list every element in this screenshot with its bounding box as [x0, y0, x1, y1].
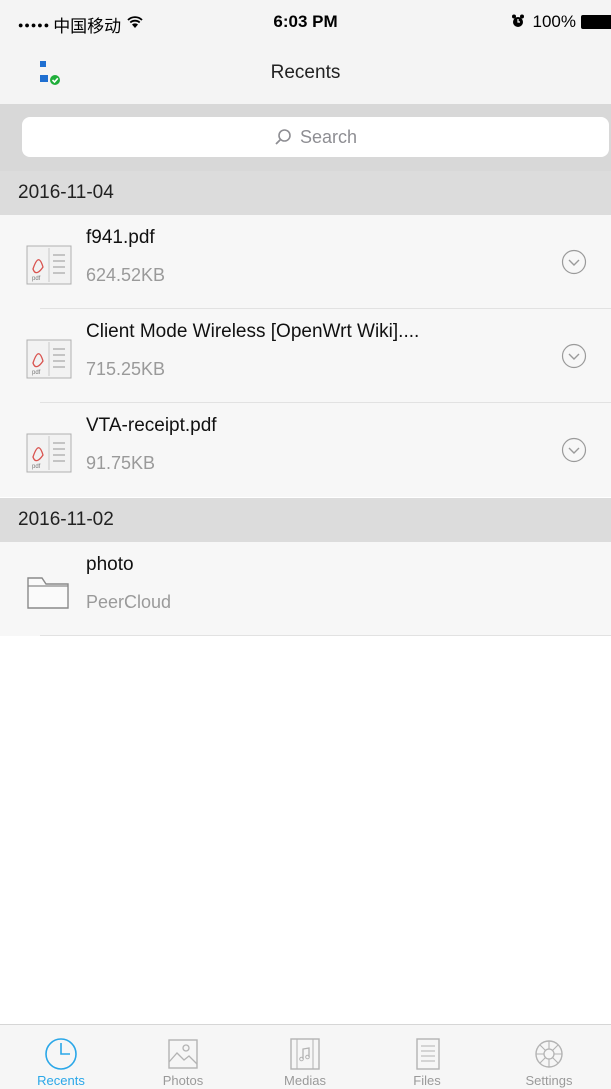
search-input[interactable]: Search	[22, 117, 609, 157]
list-item[interactable]: pdf Client Mode Wireless [OpenWrt Wiki].…	[0, 309, 611, 403]
film-music-icon	[290, 1038, 320, 1070]
image-icon	[168, 1039, 198, 1069]
chevron-down-icon[interactable]	[561, 343, 587, 369]
battery-percent: 100%	[532, 12, 576, 31]
tab-bar: Recents Photos Medias Files Settings	[0, 1024, 611, 1089]
item-size: 624.52KB	[86, 265, 166, 285]
list-item[interactable]: photo PeerCloud	[0, 542, 611, 636]
gear-icon	[535, 1040, 563, 1068]
search-bar-container: Search	[0, 105, 611, 171]
item-name: VTA-receipt.pdf	[86, 415, 217, 436]
svg-text:pdf: pdf	[32, 276, 41, 282]
list-item[interactable]: pdf f941.pdf 624.52KB	[0, 215, 611, 309]
section-date-header: 2016-11-04	[0, 171, 611, 215]
svg-text:pdf: pdf	[32, 464, 41, 470]
status-right: 100%	[511, 12, 611, 32]
status-bar: ●●●●● 中国移动 6:03 PM 100%	[0, 0, 611, 42]
tab-settings[interactable]: Settings	[488, 1025, 610, 1089]
chevron-down-icon[interactable]	[561, 249, 587, 275]
battery-icon	[581, 15, 611, 29]
pdf-file-icon: pdf	[26, 245, 72, 285]
tab-label: Files	[413, 1073, 441, 1088]
nav-bar: Recents	[0, 42, 611, 105]
item-name: photo	[86, 554, 134, 575]
tab-medias[interactable]: Medias	[244, 1025, 366, 1089]
tab-label: Photos	[162, 1073, 204, 1088]
page-title: Recents	[270, 62, 341, 83]
search-icon	[275, 129, 291, 145]
svg-text:pdf: pdf	[32, 370, 41, 376]
tab-label: Recents	[37, 1073, 85, 1088]
item-size: 715.25KB	[86, 359, 166, 379]
folder-icon	[26, 572, 72, 612]
item-name: Client Mode Wireless [OpenWrt Wiki]....	[86, 321, 420, 342]
row-divider	[40, 635, 611, 636]
list-item[interactable]: pdf VTA-receipt.pdf 91.75KB	[0, 403, 611, 497]
pdf-file-icon: pdf	[26, 339, 72, 379]
item-location: PeerCloud	[86, 592, 172, 612]
search-placeholder: Search	[299, 126, 358, 147]
section-date-header: 2016-11-02	[0, 498, 611, 542]
clock-icon	[45, 1038, 77, 1070]
tab-label: Medias	[284, 1073, 326, 1088]
item-size: 91.75KB	[86, 453, 156, 473]
tab-recents[interactable]: Recents	[0, 1025, 122, 1089]
item-name: f941.pdf	[86, 227, 155, 248]
chevron-down-icon[interactable]	[561, 437, 587, 463]
tab-label: Settings	[525, 1073, 573, 1088]
tab-photos[interactable]: Photos	[122, 1025, 244, 1089]
pdf-file-icon: pdf	[26, 433, 72, 473]
tab-files[interactable]: Files	[366, 1025, 488, 1089]
alarm-icon	[511, 14, 525, 31]
document-icon	[416, 1038, 440, 1070]
